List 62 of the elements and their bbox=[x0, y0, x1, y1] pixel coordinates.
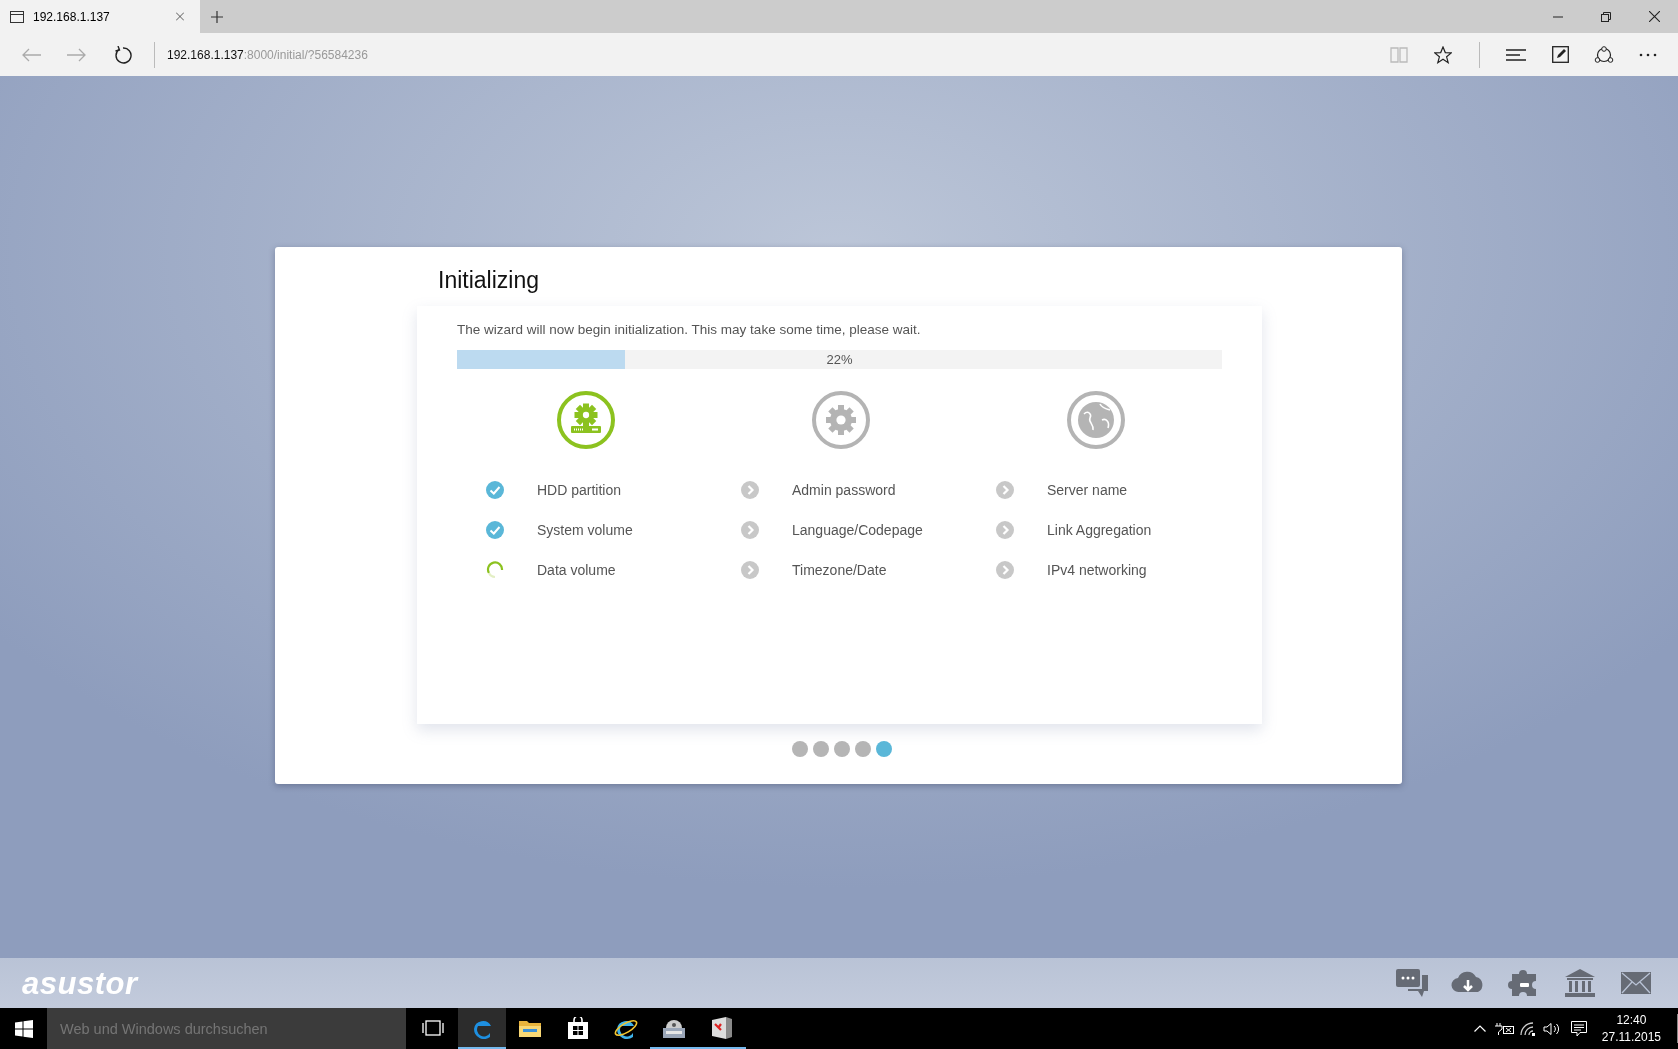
menu-icon bbox=[1506, 48, 1526, 61]
step-label: Link Aggregation bbox=[1047, 522, 1152, 538]
chevron-circle-icon bbox=[996, 561, 1014, 579]
chat-icon bbox=[1396, 969, 1428, 997]
step-label: Data volume bbox=[537, 562, 616, 578]
step-label: Server name bbox=[1047, 482, 1128, 498]
wizard-title: Initializing bbox=[438, 267, 539, 295]
star-icon bbox=[1434, 45, 1452, 64]
page-dot[interactable] bbox=[854, 741, 871, 757]
document-app-icon bbox=[710, 1015, 734, 1040]
clock-time: 12:40 bbox=[1616, 1011, 1647, 1029]
folder-icon bbox=[519, 1018, 541, 1037]
wifi-icon bbox=[1519, 1021, 1536, 1036]
page-dot[interactable] bbox=[833, 741, 850, 757]
taskbar-clock[interactable]: 12:40 27.11.2015 bbox=[1593, 1008, 1673, 1049]
bank-icon bbox=[1565, 969, 1595, 997]
step-label: HDD partition bbox=[537, 482, 622, 498]
page-icon bbox=[10, 10, 24, 23]
store-bag-icon bbox=[568, 1016, 588, 1039]
chevron-up-icon bbox=[1473, 1025, 1486, 1032]
step-label: Language/Codepage bbox=[792, 522, 923, 538]
restore-icon bbox=[1601, 11, 1611, 22]
check-icon bbox=[486, 521, 504, 539]
page-dot[interactable] bbox=[812, 741, 829, 757]
tab-title: 192.168.1.137 bbox=[33, 9, 111, 24]
page-dot[interactable] bbox=[875, 741, 892, 757]
chevron-circle-icon bbox=[741, 521, 759, 539]
more-icon bbox=[1639, 52, 1657, 57]
windows-icon bbox=[14, 1019, 33, 1038]
envelope-icon bbox=[1621, 972, 1651, 994]
taskbar-search-field[interactable]: Web und Windows durchsuchen bbox=[47, 1008, 406, 1049]
back-arrow-icon bbox=[21, 47, 41, 62]
step-label: Admin password bbox=[792, 482, 896, 498]
clock-date: 27.11.2015 bbox=[1601, 1028, 1661, 1046]
chevron-circle-icon bbox=[996, 481, 1014, 499]
book-icon bbox=[1390, 46, 1408, 63]
check-icon bbox=[486, 481, 504, 499]
speaker-icon bbox=[1542, 1021, 1561, 1036]
task-view-icon bbox=[422, 1019, 444, 1036]
chevron-circle-icon bbox=[741, 481, 759, 499]
wizard-message: The wizard will now begin initialization. This may take some time, please wait. bbox=[457, 322, 921, 337]
spinner-icon bbox=[486, 561, 504, 579]
progress-percent: 22% bbox=[826, 351, 853, 369]
chevron-circle-icon bbox=[741, 561, 759, 579]
page-dot[interactable] bbox=[791, 741, 808, 757]
notification-icon bbox=[1570, 1020, 1587, 1037]
taskbar-app[interactable] bbox=[458, 1008, 506, 1049]
battery-plug-icon bbox=[1493, 1022, 1514, 1035]
share-icon bbox=[1594, 45, 1614, 64]
chevron-circle-icon bbox=[996, 521, 1014, 539]
step-label: Timezone/Date bbox=[792, 562, 887, 578]
forward-arrow-icon bbox=[67, 47, 87, 62]
asustor-logo: asustor bbox=[22, 967, 138, 999]
step-label: IPv4 networking bbox=[1047, 562, 1147, 578]
plus-icon bbox=[211, 10, 223, 23]
close-icon bbox=[1648, 11, 1660, 22]
close-icon bbox=[176, 11, 184, 22]
minimize-icon bbox=[1553, 15, 1563, 18]
browser-tab[interactable]: 192.168.1.137 bbox=[0, 0, 200, 33]
pencil-square-icon bbox=[1551, 46, 1569, 63]
refresh-icon bbox=[114, 45, 132, 64]
step-label: System volume bbox=[537, 522, 633, 538]
